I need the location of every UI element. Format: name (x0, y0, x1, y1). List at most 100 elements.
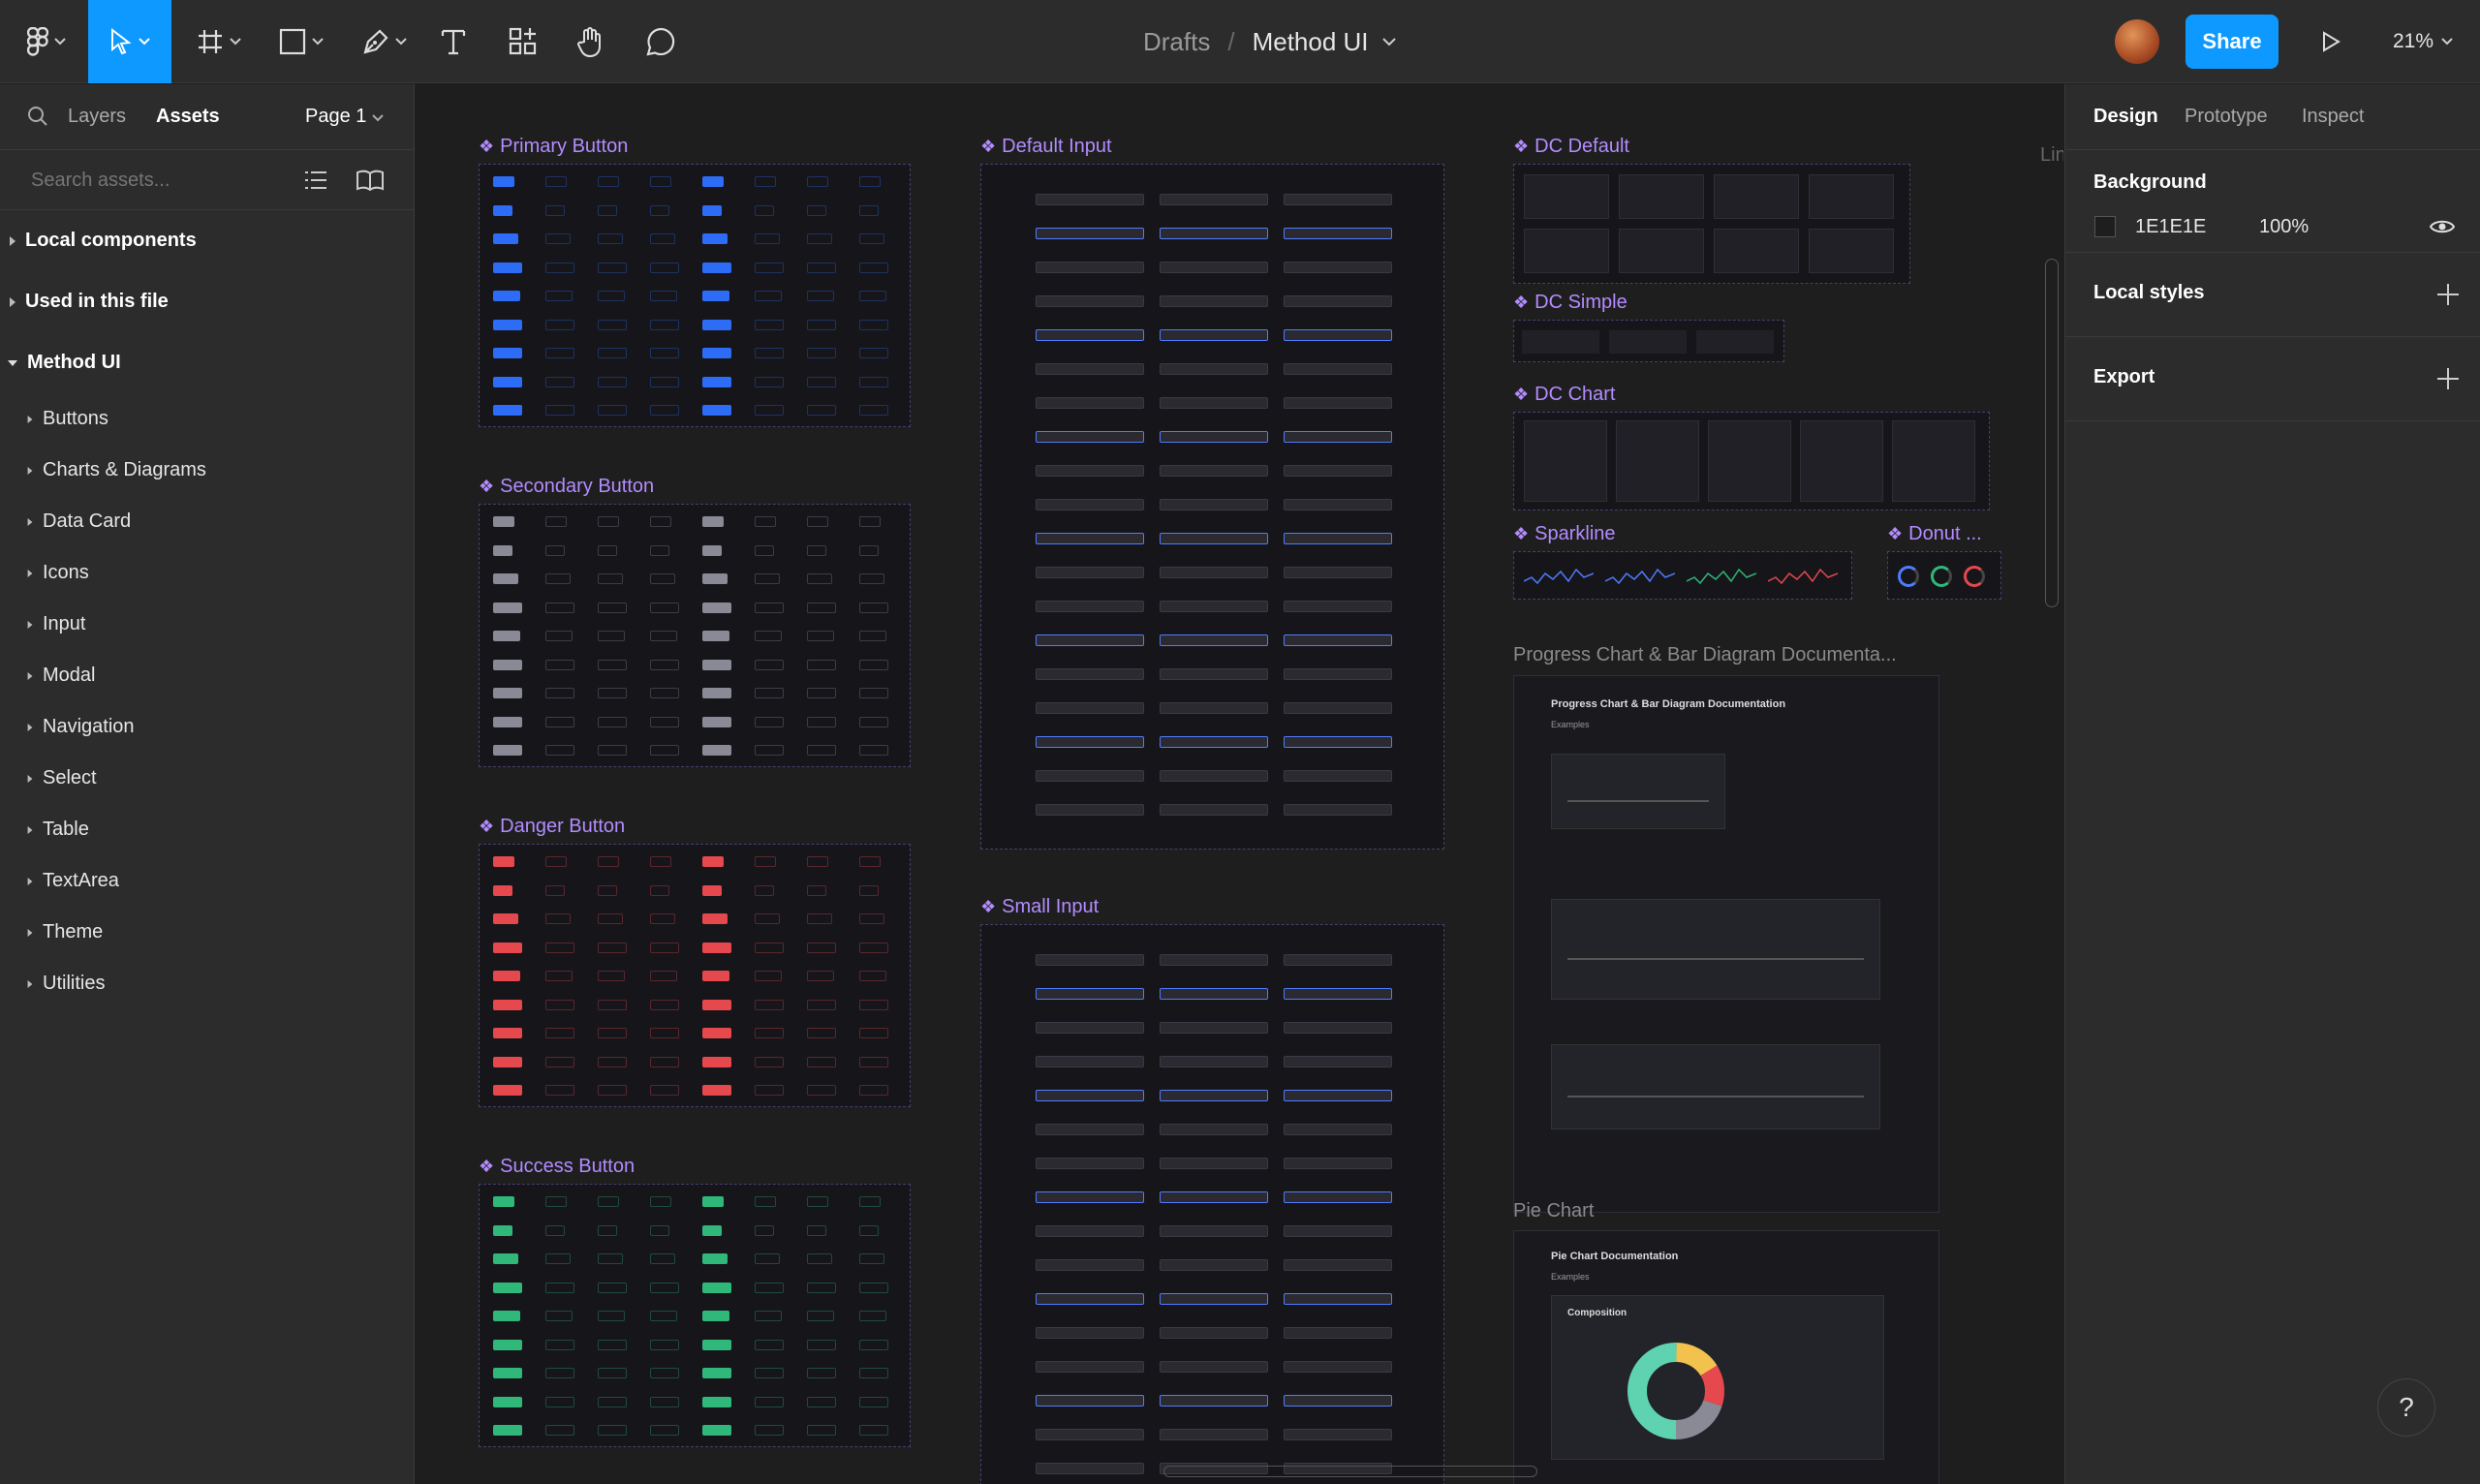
section-label: Local components (25, 230, 197, 251)
component-label-dc-chart[interactable]: ❖ DC Chart (1513, 384, 1616, 406)
pie-doc-frame[interactable]: Pie Chart Documentation Examples Composi… (1513, 1230, 1939, 1484)
library-item-charts-diagrams[interactable]: Charts & Diagrams (0, 445, 414, 496)
tab-layers[interactable]: Layers (68, 106, 126, 128)
shape-tool-icon[interactable] (271, 0, 331, 83)
input-variant-preview (1284, 1361, 1392, 1373)
sparkline-frame[interactable] (1513, 551, 1852, 600)
pie-doc-label[interactable]: Pie Chart (1513, 1200, 1594, 1222)
file-name[interactable]: Method UI (1253, 27, 1369, 57)
tab-inspect[interactable]: Inspect (2302, 106, 2364, 128)
input-variant-preview (1036, 499, 1144, 510)
small-input-frame[interactable] (980, 924, 1444, 1484)
canvas[interactable]: ❖ Primary Button ❖ Secondary Button ❖ Dange… (416, 84, 2063, 1484)
avatar[interactable] (2115, 19, 2159, 64)
component-label-small-input[interactable]: ❖ Small Input (980, 896, 1099, 918)
tab-prototype[interactable]: Prototype (2185, 106, 2268, 128)
input-variant-preview (1036, 770, 1144, 782)
library-item-select[interactable]: Select (0, 753, 414, 804)
page-selector[interactable]: Page 1 (305, 106, 384, 128)
donut-preview (1898, 566, 1919, 587)
share-button[interactable]: Share (2186, 15, 2278, 69)
button-variant-preview (493, 1311, 520, 1321)
danger-button-frame[interactable] (479, 844, 911, 1107)
library-item-buttons[interactable]: Buttons (0, 393, 414, 445)
library-item-textarea[interactable]: TextArea (0, 855, 414, 907)
play-icon[interactable] (2313, 0, 2348, 83)
add-style-icon[interactable] (2437, 284, 2459, 305)
component-label-danger[interactable]: ❖ Danger Button (479, 816, 625, 838)
progress-doc-label[interactable]: Progress Chart & Bar Diagram Documenta..… (1513, 644, 1897, 666)
add-export-icon[interactable] (2437, 368, 2459, 389)
progress-doc-frame[interactable]: Progress Chart & Bar Diagram Documentati… (1513, 675, 1939, 1213)
button-variant-preview (702, 1253, 728, 1264)
section-used-in-file[interactable]: Used in this file (0, 271, 414, 332)
library-item-input[interactable]: Input (0, 599, 414, 650)
dc-default-frame[interactable] (1513, 164, 1910, 284)
component-label-sparkline[interactable]: ❖ Sparkline (1513, 523, 1616, 545)
color-swatch[interactable] (2094, 216, 2116, 237)
button-variant-preview (545, 1028, 574, 1038)
library-icon[interactable] (356, 170, 385, 191)
button-variant-preview (598, 544, 617, 556)
library-item-utilities[interactable]: Utilities (0, 958, 414, 1009)
button-variant-preview (859, 1056, 888, 1067)
search-input[interactable] (31, 166, 283, 195)
donut-preview (1931, 566, 1952, 587)
hand-tool-icon[interactable] (574, 0, 608, 83)
help-icon[interactable]: ? (2377, 1378, 2435, 1437)
dc-simple-frame[interactable] (1513, 320, 1784, 362)
dc-chart-frame[interactable] (1513, 412, 1990, 510)
component-label-success[interactable]: ❖ Success Button (479, 1156, 635, 1178)
button-variant-preview (493, 1056, 522, 1067)
comment-icon[interactable] (643, 0, 678, 83)
primary-button-frame[interactable] (479, 164, 911, 427)
component-label-primary[interactable]: ❖ Primary Button (479, 136, 628, 158)
button-variant-preview (807, 176, 828, 187)
default-input-frame[interactable] (980, 164, 1444, 850)
caret-right-icon (27, 877, 33, 885)
component-label-donut[interactable]: ❖ Donut ... (1887, 523, 1982, 545)
button-variant-preview (493, 659, 522, 670)
library-item-theme[interactable]: Theme (0, 907, 414, 958)
library-item-modal[interactable]: Modal (0, 650, 414, 701)
background-hex[interactable]: 1E1E1E (2135, 216, 2206, 238)
component-label-secondary[interactable]: ❖ Secondary Button (479, 476, 654, 498)
tab-assets[interactable]: Assets (156, 106, 220, 128)
chevron-down-icon[interactable] (1381, 37, 1396, 46)
input-variant-preview (1160, 567, 1268, 578)
figma-menu-icon[interactable] (17, 0, 76, 83)
component-label-default-input[interactable]: ❖ Default Input (980, 136, 1112, 158)
caret-right-icon (27, 723, 33, 731)
library-item-navigation[interactable]: Navigation (0, 701, 414, 753)
frame-title: Primary Button (500, 136, 629, 157)
section-local-components[interactable]: Local components (0, 210, 414, 271)
offscreen-frame-label[interactable]: Lin (2040, 144, 2063, 167)
text-tool-icon[interactable] (436, 0, 471, 83)
secondary-button-frame[interactable] (479, 504, 911, 767)
eye-icon[interactable] (2430, 218, 2455, 235)
success-button-frame[interactable] (479, 1184, 911, 1447)
list-view-icon[interactable] (304, 170, 327, 191)
input-variant-preview (1284, 499, 1392, 510)
resources-icon[interactable] (506, 0, 541, 83)
zoom-dropdown[interactable]: 21% (2393, 0, 2453, 83)
library-item-data-card[interactable]: Data Card (0, 496, 414, 547)
component-icon: ❖ (1513, 385, 1530, 404)
background-opacity[interactable]: 100% (2259, 216, 2309, 238)
pen-tool-icon[interactable] (355, 0, 415, 83)
library-item-table[interactable]: Table (0, 804, 414, 855)
component-label-dc-default[interactable]: ❖ DC Default (1513, 136, 1629, 158)
horizontal-scrollbar[interactable] (1163, 1466, 1537, 1477)
button-variant-preview (755, 1339, 784, 1350)
library-item-icons[interactable]: Icons (0, 547, 414, 599)
vertical-scrollbar[interactable] (2045, 259, 2059, 607)
breadcrumb-drafts[interactable]: Drafts (1143, 27, 1210, 57)
button-variant-preview (598, 1224, 617, 1236)
frame-tool-icon[interactable] (189, 0, 249, 83)
donut-frame[interactable] (1887, 551, 2001, 600)
section-method-ui[interactable]: Method UI (0, 332, 414, 393)
tab-design[interactable]: Design (2093, 106, 2158, 128)
move-tool-icon[interactable] (88, 0, 171, 83)
component-label-dc-simple[interactable]: ❖ DC Simple (1513, 292, 1628, 314)
examples-label: Examples (1551, 1272, 1590, 1282)
